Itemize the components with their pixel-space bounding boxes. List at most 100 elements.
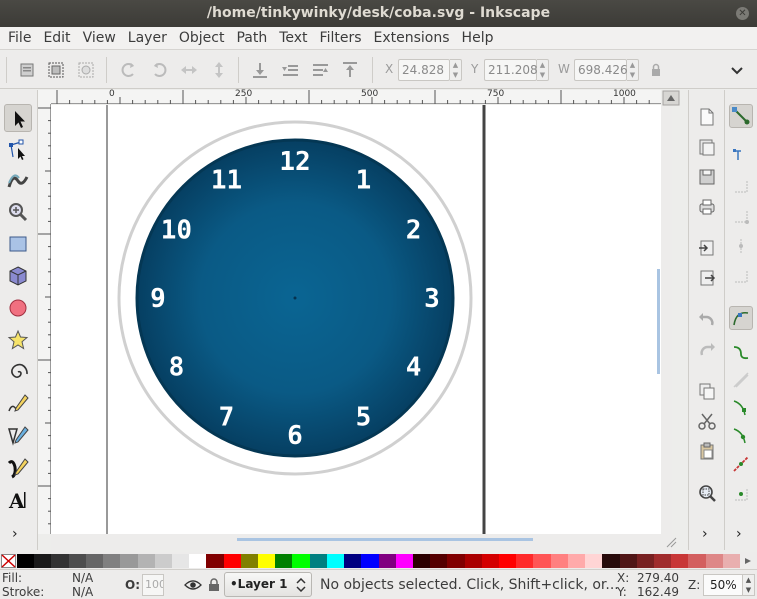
color-swatch[interactable] [240,554,259,568]
no-paint-swatch-icon[interactable] [1,554,16,568]
new-document-icon[interactable] [697,107,717,127]
snap-paths-icon[interactable] [731,342,751,362]
snap-cusp-nodes-icon[interactable] [731,398,751,418]
zoom-selection-icon[interactable] [697,483,717,503]
menu-file[interactable]: File [2,27,37,50]
calligraphy-tool[interactable] [4,454,32,482]
color-swatch[interactable] [567,554,586,568]
color-swatch[interactable] [275,554,293,568]
spiral-tool[interactable] [4,358,32,386]
close-window-button[interactable]: ✕ [736,7,749,20]
color-swatch[interactable] [671,554,689,568]
color-swatch[interactable] [430,554,448,568]
opacity-field[interactable]: 100 [142,574,164,596]
color-swatch[interactable] [447,554,466,568]
import-icon[interactable] [697,238,717,258]
color-swatch[interactable] [705,554,724,568]
commands-more-chevron-icon[interactable]: › [702,526,708,542]
eye-icon[interactable] [184,577,202,593]
snap-more-chevron-icon[interactable]: › [736,526,742,542]
w-field[interactable]: 698.426 [574,59,628,81]
snap-bbox-midpoint-icon[interactable] [731,236,751,256]
layer-dropdown[interactable]: •Layer 1 [224,572,312,597]
zoom-spinner[interactable]: ▲ ▼ [743,574,755,596]
print-icon[interactable] [697,197,717,217]
y-spinner[interactable]: ▲ ▼ [537,59,549,81]
horizontal-scrollbar[interactable] [51,534,677,550]
snap-enable-toggle[interactable] [729,104,753,128]
selector-tool[interactable] [4,104,32,132]
node-tool[interactable] [4,136,32,164]
color-swatch[interactable] [688,554,707,568]
lower-icon[interactable] [280,60,300,80]
snap-bbox-edge-icon[interactable] [731,176,751,196]
color-swatch[interactable] [602,554,620,568]
color-swatch[interactable] [395,554,414,568]
color-swatch[interactable] [361,554,379,568]
snap-midpoints-icon[interactable] [731,454,751,474]
menu-help[interactable]: Help [456,27,500,50]
save-icon[interactable] [697,167,717,187]
color-swatch[interactable] [636,554,655,568]
select-all-layers-icon[interactable] [46,60,66,80]
flip-vertical-icon[interactable] [209,60,229,80]
text-tool[interactable]: A [4,486,32,514]
snap-nodes-toggle[interactable] [729,306,753,330]
snap-smooth-nodes-icon[interactable] [731,426,751,446]
color-swatch[interactable] [481,554,500,568]
raise-to-top-icon[interactable] [340,60,360,80]
color-swatch[interactable] [344,554,362,568]
star-tool[interactable] [4,326,32,354]
redo-icon[interactable] [697,340,717,360]
open-document-icon[interactable] [697,137,717,157]
color-swatch[interactable] [412,554,431,568]
color-swatch[interactable] [189,554,207,568]
3d-box-tool[interactable] [4,262,32,290]
rectangle-tool[interactable] [4,230,32,258]
menu-filters[interactable]: Filters [314,27,368,50]
lock-icon[interactable] [646,60,666,80]
menu-object[interactable]: Object [173,27,231,50]
color-swatch[interactable] [51,554,70,568]
color-swatch[interactable] [550,554,569,568]
layer-lock-icon[interactable] [207,577,221,593]
color-swatch[interactable] [137,554,156,568]
lower-to-bottom-icon[interactable] [250,60,270,80]
color-swatch[interactable] [171,554,190,568]
snap-bbox-icon[interactable] [731,146,751,166]
snap-bbox-corner-icon[interactable] [731,206,751,226]
drawing-canvas[interactable]: 12 1 2 3 4 5 6 7 8 9 10 11 [51,105,661,534]
palette-scroll-icon[interactable] [742,555,754,567]
color-swatch[interactable] [17,554,35,568]
color-swatch[interactable] [722,554,741,568]
menu-layer[interactable]: Layer [122,27,173,50]
fill-value[interactable]: N/A [72,571,93,585]
color-swatch[interactable] [120,554,138,568]
menu-edit[interactable]: Edit [37,27,76,50]
horizontal-scroll-thumb[interactable] [237,538,533,541]
color-swatch[interactable] [34,554,52,568]
snap-intersections-icon[interactable] [731,370,751,390]
zoom-corner-icon[interactable] [661,90,681,106]
color-swatch[interactable] [464,554,483,568]
ellipse-tool[interactable] [4,294,32,322]
menu-view[interactable]: View [77,27,122,50]
color-swatch[interactable] [326,554,345,568]
color-swatch[interactable] [223,554,242,568]
raise-icon[interactable] [310,60,330,80]
color-swatch[interactable] [309,554,328,568]
color-swatch[interactable] [206,554,225,568]
undo-icon[interactable] [697,310,717,330]
copy-icon[interactable] [697,381,717,401]
color-swatch[interactable] [68,554,87,568]
chevron-down-icon[interactable] [727,60,747,80]
x-field[interactable]: 24.828 [398,59,450,81]
zoom-tool[interactable] [4,198,32,226]
pen-tool[interactable] [4,422,32,450]
resize-grip-icon[interactable] [665,536,677,548]
snap-bbox-center-icon[interactable] [731,266,751,286]
tweak-tool[interactable] [4,166,32,194]
rotate-cw-icon[interactable] [149,60,169,80]
color-swatch[interactable] [103,554,121,568]
color-swatch[interactable] [292,554,311,568]
